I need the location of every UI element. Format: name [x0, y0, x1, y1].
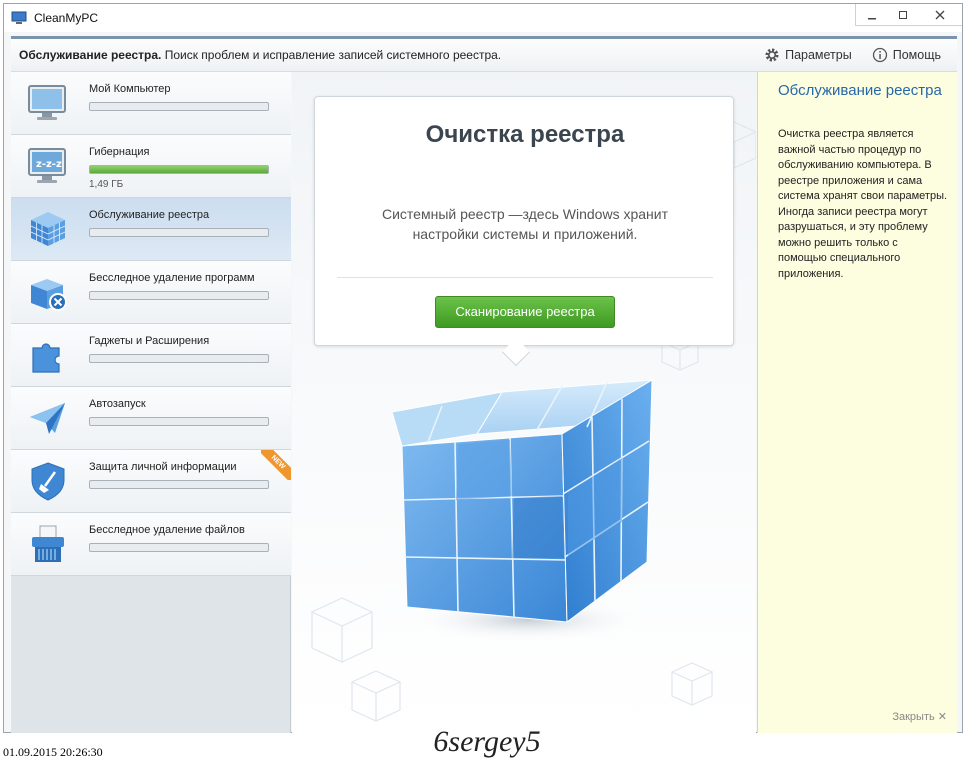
app-window: CleanMyPC Обслуживание реестра. Поиск пр…	[3, 3, 963, 733]
minimize-button[interactable]	[856, 4, 887, 25]
info-panel: Обслуживание реестра Очистка реестра явл…	[757, 72, 957, 733]
info-title: Обслуживание реестра	[778, 82, 942, 99]
scan-registry-button[interactable]: Сканирование реестра	[435, 296, 615, 328]
card-title: Очистка реестра	[425, 121, 625, 148]
close-x-icon: ✕	[937, 711, 947, 723]
sidebar-item-my-computer[interactable]: Мой Компьютер	[11, 72, 291, 135]
progress-bar	[89, 291, 269, 300]
section-header: Обслуживание реестра. Поиск проблем и ис…	[11, 36, 957, 72]
progress-bar	[89, 543, 269, 552]
help-button[interactable]: Помощь	[872, 47, 941, 63]
progress-bar	[89, 102, 269, 111]
sidebar-item-label: Защита личной информации	[89, 461, 237, 473]
sidebar-item-label: Бесследное удаление файлов	[89, 524, 245, 536]
section-name: Обслуживание реестра.	[19, 48, 162, 62]
sidebar-item-label: Бесследное удаление программ	[89, 272, 255, 284]
sleep-monitor-icon: z-z-z	[28, 148, 66, 183]
sidebar-item-shredder[interactable]: Бесследное удаление файлов	[11, 513, 291, 576]
sidebar-item-label: Обслуживание реестра	[89, 209, 210, 221]
close-button[interactable]	[918, 4, 962, 25]
progress-bar	[89, 165, 269, 174]
sidebar-item-registry[interactable]: Обслуживание реестра	[11, 198, 291, 261]
shredder-icon	[32, 525, 64, 562]
watermark: 6sergey5	[420, 723, 554, 761]
header-actions: Параметры Помощь	[764, 47, 941, 63]
progress-bar	[89, 354, 269, 363]
close-info-link[interactable]: Закрыть ✕	[892, 710, 947, 723]
progress-bar	[89, 417, 269, 426]
sidebar-item-label: Гибернация	[89, 146, 150, 158]
shield-broom-icon	[31, 462, 65, 501]
sidebar-item-extensions[interactable]: Гаджеты и Расширения	[11, 324, 291, 387]
hibernation-size: 1,49 ГБ	[89, 179, 124, 190]
paper-plane-icon	[30, 403, 65, 434]
maximize-button[interactable]	[887, 4, 918, 25]
registry-cube-illustration	[392, 379, 653, 642]
title-bar: CleanMyPC	[4, 4, 962, 32]
sidebar-item-hibernation[interactable]: z-z-z Гибернация 1,49 ГБ	[11, 135, 291, 198]
window-title: CleanMyPC	[34, 11, 99, 25]
main-panel: Очистка реестра Системный реестр —здесь …	[292, 72, 756, 733]
card-divider	[337, 277, 713, 278]
sidebar-item-autorun[interactable]: Автозапуск	[11, 387, 291, 450]
section-heading: Обслуживание реестра. Поиск проблем и ис…	[19, 48, 501, 62]
progress-bar	[89, 228, 269, 237]
puzzle-icon	[32, 343, 60, 373]
sidebar-item-privacy[interactable]: Защита личной информации NEW	[11, 450, 291, 513]
registry-cube-icon	[30, 212, 66, 246]
close-info-label: Закрыть	[892, 711, 935, 723]
svg-text:z-z-z: z-z-z	[36, 159, 62, 170]
close-icon	[935, 10, 945, 19]
registry-card: Очистка реестра Системный реестр —здесь …	[314, 96, 734, 346]
info-icon	[872, 47, 887, 63]
app-monitor-icon	[11, 11, 27, 24]
sidebar-item-label: Гаджеты и Расширения	[89, 335, 210, 347]
sidebar-item-uninstall[interactable]: Бесследное удаление программ	[11, 261, 291, 324]
maximize-icon	[898, 10, 907, 19]
sidebar: Мой Компьютер z-z-z Гибернация 1,49 ГБ О…	[11, 72, 291, 733]
sidebar-item-label: Автозапуск	[89, 398, 146, 410]
window-controls	[855, 4, 962, 26]
timestamp: 01.09.2015 20:26:30	[3, 745, 103, 759]
settings-label: Параметры	[785, 48, 852, 62]
sidebar-item-label: Мой Компьютер	[89, 83, 171, 95]
progress-fill	[90, 166, 268, 173]
monitor-icon	[28, 85, 66, 120]
card-description: Системный реестр —здесь Windows хранит н…	[381, 206, 668, 242]
minimize-icon	[867, 17, 876, 19]
settings-button[interactable]: Параметры	[764, 47, 852, 63]
section-description: Поиск проблем и исправление записей сист…	[164, 48, 502, 62]
gear-icon	[765, 48, 779, 62]
help-label: Помощь	[892, 48, 941, 62]
progress-bar	[89, 480, 269, 489]
box-remove-icon	[31, 279, 67, 311]
new-badge: NEW	[261, 450, 291, 480]
new-badge-label: NEW	[261, 450, 291, 480]
info-text: Очистка реестра является важной частью п…	[778, 128, 948, 280]
